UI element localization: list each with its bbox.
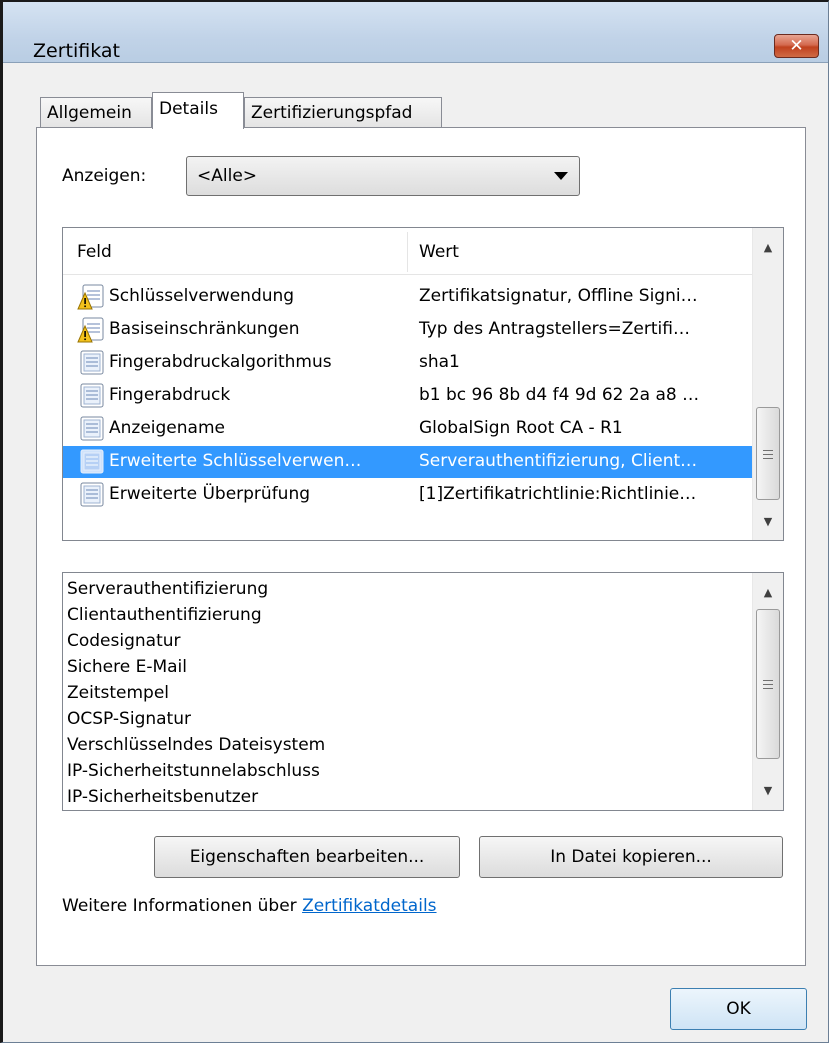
- grip-icon: [763, 454, 773, 457]
- fields-list[interactable]: Feld Wert Schlüsselverwendung Zertifikat…: [62, 227, 784, 541]
- tab-label: Details: [159, 99, 218, 119]
- certificate-field-icon: [80, 449, 104, 474]
- list-item[interactable]: Fingerabdruck b1 bc 96 8b d4 f4 9d 62 2a…: [63, 380, 753, 412]
- field-name: Fingerabdruckalgorithmus: [109, 352, 332, 372]
- list-item-selected[interactable]: Erweiterte Schlüsselverwen… Serverauthen…: [63, 446, 753, 478]
- scroll-up-icon[interactable]: ▲: [753, 577, 783, 609]
- detail-line: OCSP-Signatur: [67, 709, 191, 729]
- tab-details[interactable]: Details: [152, 92, 244, 129]
- grip-icon: [763, 684, 773, 687]
- grip-icon: [763, 680, 773, 683]
- certificate-field-warning-icon: [77, 317, 104, 343]
- ok-button[interactable]: OK: [670, 988, 807, 1030]
- window-title: Zertifikat: [33, 40, 120, 62]
- field-name: Schlüsselverwendung: [109, 286, 295, 306]
- fields-list-scrollbar[interactable]: ▲ ▼: [752, 228, 783, 540]
- grip-icon: [763, 458, 773, 461]
- certificate-field-icon: [80, 350, 104, 375]
- list-item[interactable]: Fingerabdruckalgorithmus sha1: [63, 347, 753, 379]
- field-name: Fingerabdruck: [109, 385, 231, 405]
- field-value: sha1: [419, 352, 460, 372]
- certificate-field-icon: [80, 416, 104, 441]
- tab-allgemein[interactable]: Allgemein: [40, 97, 152, 129]
- detail-line: Codesignatur: [67, 631, 181, 651]
- copy-to-file-button[interactable]: In Datei kopieren...: [479, 836, 783, 878]
- list-item[interactable]: Basiseinschränkungen Typ des Antragstell…: [63, 314, 753, 346]
- info-text: Weitere Informationen über Zertifikatdet…: [62, 896, 437, 916]
- title-bar[interactable]: Zertifikat ✕: [3, 2, 828, 62]
- grip-icon: [763, 450, 773, 453]
- scroll-up-icon[interactable]: ▲: [753, 232, 783, 264]
- detail-line: IP-Sicherheitstunnelabschluss: [67, 761, 320, 781]
- field-name: Erweiterte Überprüfung: [109, 484, 311, 504]
- scrollbar-thumb[interactable]: [756, 609, 780, 759]
- close-button[interactable]: ✕: [774, 34, 819, 58]
- edit-properties-button[interactable]: Eigenschaften bearbeiten...: [154, 836, 460, 878]
- tab-label: Allgemein: [47, 103, 132, 123]
- field-name: Basiseinschränkungen: [109, 319, 300, 339]
- detail-line: Clientauthentifizierung: [67, 605, 262, 625]
- field-value: b1 bc 96 8b d4 f4 9d 62 2a a8 …: [419, 385, 700, 405]
- field-name: Anzeigename: [109, 418, 225, 438]
- field-detail-box[interactable]: Serverauthentifizierung Clientauthentifi…: [62, 572, 784, 811]
- column-header-feld[interactable]: Feld: [77, 242, 112, 262]
- info-prefix: Weitere Informationen über: [62, 896, 303, 916]
- field-value: Zertifikatsignatur, Offline Signi…: [419, 286, 698, 306]
- filter-label: Anzeigen:: [62, 166, 147, 186]
- detail-line: Sichere E-Mail: [67, 657, 187, 677]
- certificate-field-icon: [80, 383, 104, 408]
- tab-zertifizierungspfad[interactable]: Zertifizierungspfad: [244, 97, 442, 129]
- certificate-details-link[interactable]: Zertifikatdetails: [302, 896, 436, 916]
- list-header: Feld Wert: [63, 228, 753, 275]
- grip-icon: [763, 688, 773, 691]
- chevron-down-icon: [554, 172, 568, 180]
- certificate-field-warning-icon: [77, 284, 104, 310]
- list-item[interactable]: Anzeigename GlobalSign Root CA - R1: [63, 413, 753, 445]
- column-separator[interactable]: [407, 232, 408, 272]
- tab-label: Zertifizierungspfad: [251, 103, 413, 123]
- detail-line: Verschlüsselndes Dateisystem: [67, 735, 326, 755]
- detail-box-scrollbar[interactable]: ▲ ▼: [752, 573, 783, 810]
- field-value: Serverauthentifizierung, Client…: [419, 451, 698, 471]
- column-header-wert[interactable]: Wert: [419, 242, 459, 262]
- list-item[interactable]: Erweiterte Überprüfung [1]Zertifikatrich…: [63, 479, 753, 511]
- scrollbar-thumb[interactable]: [756, 407, 780, 500]
- filter-dropdown[interactable]: <Alle>: [186, 156, 580, 196]
- detail-line: IP-Sicherheitsbenutzer: [67, 787, 259, 807]
- close-icon: ✕: [789, 36, 804, 56]
- scroll-down-icon[interactable]: ▼: [753, 506, 783, 538]
- list-item[interactable]: Schlüsselverwendung Zertifikatsignatur, …: [63, 281, 753, 313]
- field-value: GlobalSign Root CA - R1: [419, 418, 623, 438]
- certificate-field-icon: [80, 482, 104, 507]
- filter-selected-value: <Alle>: [197, 166, 258, 186]
- scroll-down-icon[interactable]: ▼: [753, 775, 783, 807]
- field-value: [1]Zertifikatrichtlinie:Richtlinie…: [419, 484, 697, 504]
- field-name: Erweiterte Schlüsselverwen…: [109, 451, 362, 471]
- detail-line: Serverauthentifizierung: [67, 579, 269, 599]
- detail-line: Zeitstempel: [67, 683, 170, 703]
- field-value: Typ des Antragstellers=Zertifi…: [419, 319, 690, 339]
